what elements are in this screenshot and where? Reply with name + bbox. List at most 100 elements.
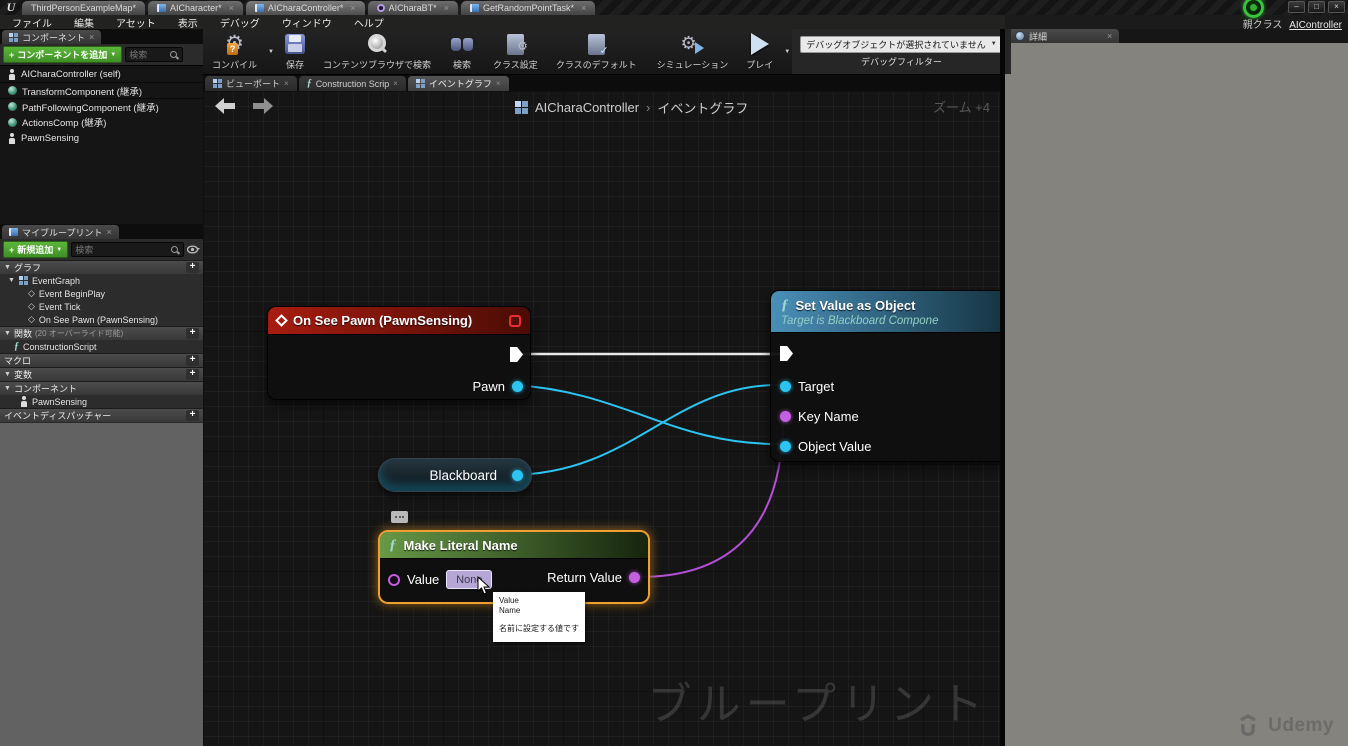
- components-search-input[interactable]: [129, 50, 169, 60]
- tree-item-eventgraph[interactable]: ▼ EventGraph: [0, 274, 203, 287]
- panel-splitter[interactable]: [1000, 0, 1005, 746]
- new-add-button[interactable]: + 新規追加 ▼: [3, 241, 68, 258]
- search-button[interactable]: 検索: [442, 29, 482, 74]
- close-icon[interactable]: ×: [229, 3, 234, 13]
- asset-tab-aicharabt[interactable]: AICharaBT* ×: [368, 1, 458, 15]
- minimize-button[interactable]: –: [1288, 1, 1305, 13]
- components-search[interactable]: [125, 47, 183, 62]
- myblueprint-search[interactable]: [71, 242, 184, 257]
- section-functions[interactable]: ▼ 関数 (20 オーバーライド可能) +: [0, 326, 203, 340]
- asset-tab-getrandompointtask[interactable]: GetRandomPointTask* ×: [461, 1, 595, 15]
- comment-bubble-icon[interactable]: [391, 511, 408, 523]
- node-set-value-as-object[interactable]: ƒ Set Value as Object Target is Blackboa…: [770, 290, 1000, 462]
- components-tree: AICharaController (self) TransformCompon…: [0, 65, 203, 146]
- compile-button[interactable]: ⚙ ? コンパイル: [203, 29, 266, 74]
- class-defaults-button[interactable]: ✓ クラスのデフォルト: [547, 29, 646, 74]
- close-icon[interactable]: ×: [350, 3, 355, 13]
- close-button[interactable]: ×: [1328, 1, 1345, 13]
- menu-debug[interactable]: デバッグ: [220, 15, 260, 30]
- debug-object-dropdown[interactable]: デバッグオブジェクトが選択されていません ▼: [800, 36, 1002, 53]
- close-icon[interactable]: ×: [496, 79, 501, 88]
- close-icon[interactable]: ×: [106, 227, 111, 237]
- tree-item-pawnsensing[interactable]: PawnSensing: [0, 395, 203, 408]
- node-on-see-pawn[interactable]: On See Pawn (PawnSensing) Pawn: [267, 306, 531, 400]
- event-delegate-icon[interactable]: [509, 315, 521, 327]
- myblueprint-search-input[interactable]: [75, 245, 170, 255]
- visibility-filter-eye-icon[interactable]: [187, 245, 200, 254]
- section-components[interactable]: ▼ コンポーネント: [0, 381, 203, 395]
- add-variable-button[interactable]: +: [186, 369, 199, 380]
- section-variables[interactable]: ▼ 変数 +: [0, 367, 203, 381]
- simulate-button[interactable]: ⚙ シミュレーション: [648, 29, 738, 74]
- section-event-dispatchers[interactable]: イベントディスパッチャー +: [0, 408, 203, 422]
- asset-tab-aicharacter[interactable]: AICharacter* ×: [148, 1, 243, 15]
- section-graphs[interactable]: ▼ グラフ +: [0, 260, 203, 274]
- add-function-button[interactable]: +: [186, 328, 199, 339]
- exec-output-pin[interactable]: [510, 347, 523, 362]
- menu-file[interactable]: ファイル: [12, 15, 52, 30]
- key-name-input-pin[interactable]: [780, 411, 791, 422]
- tree-item-on-see-pawn[interactable]: ◇ On See Pawn (PawnSensing): [0, 313, 203, 326]
- tab-details[interactable]: 詳細 ×: [1008, 29, 1119, 43]
- tab-construction-script[interactable]: ƒ Construction Scrip ×: [299, 76, 406, 91]
- menu-edit[interactable]: 編集: [74, 15, 94, 30]
- section-macros[interactable]: マクロ +: [0, 353, 203, 367]
- tree-item-event-beginplay[interactable]: ◇ Event BeginPlay: [0, 287, 203, 300]
- nav-back-button[interactable]: [213, 97, 237, 115]
- return-value-output-pin[interactable]: [629, 572, 640, 583]
- pawn-output-pin[interactable]: [512, 381, 523, 392]
- section-label: 変数: [14, 368, 32, 381]
- section-label: イベントディスパッチャー: [4, 409, 111, 422]
- add-macro-button[interactable]: +: [186, 355, 199, 366]
- class-settings-button[interactable]: ⚙ クラス設定: [484, 29, 547, 74]
- component-item-actionscomp[interactable]: ActionsComp (継承): [0, 114, 203, 130]
- menu-asset[interactable]: アセット: [116, 15, 156, 30]
- component-item-transform[interactable]: TransformComponent (継承): [0, 82, 203, 98]
- add-component-button[interactable]: + コンポーネントを追加 ▼: [3, 46, 122, 63]
- close-icon[interactable]: ×: [89, 32, 94, 42]
- tree-item-constructionscript[interactable]: ƒ ConstructionScript: [0, 340, 203, 353]
- tree-item-event-tick[interactable]: ◇ Event Tick: [0, 300, 203, 313]
- play-button[interactable]: プレイ: [737, 29, 782, 74]
- value-input-pin[interactable]: [388, 574, 400, 586]
- nav-forward-button[interactable]: [251, 97, 275, 115]
- maximize-button[interactable]: □: [1308, 1, 1325, 13]
- close-icon[interactable]: ×: [581, 3, 586, 13]
- add-graph-button[interactable]: +: [186, 262, 199, 273]
- tab-viewport[interactable]: ビューポート ×: [205, 76, 297, 91]
- find-in-content-browser-button[interactable]: コンテンツブラウザで検索: [314, 29, 440, 74]
- close-icon[interactable]: ×: [1107, 31, 1112, 41]
- blueprint-toolbar: ⚙ ? コンパイル ▼ 保存 コンテンツブラウザで検索 検索 ⚙ クラス設定 ✓…: [203, 29, 1000, 75]
- play-options-caret[interactable]: ▼: [784, 49, 790, 55]
- menu-view[interactable]: 表示: [178, 15, 198, 30]
- pin-label: Key Name: [798, 409, 859, 424]
- close-icon[interactable]: ×: [393, 79, 398, 88]
- target-input-pin[interactable]: [780, 381, 791, 392]
- exec-input-pin[interactable]: [780, 346, 793, 361]
- event-graph-canvas[interactable]: AICharaController › イベントグラフ ズーム +4 ブループリ…: [203, 91, 1000, 746]
- component-item-pathfollowing[interactable]: PathFollowingComponent (継承): [0, 98, 203, 114]
- asset-tab-thirdpersonexamplemap[interactable]: ThirdPersonExampleMap*: [22, 1, 145, 15]
- breadcrumb-root[interactable]: AICharaController: [535, 100, 639, 115]
- component-item-self[interactable]: AICharaController (self): [0, 66, 203, 82]
- node-blackboard-variable[interactable]: Blackboard: [378, 458, 532, 492]
- tab-components[interactable]: コンポーネント ×: [2, 30, 101, 44]
- menu-help[interactable]: ヘルプ: [354, 15, 384, 30]
- asset-tab-aicharacontroller[interactable]: AICharaController* ×: [246, 1, 365, 15]
- component-item-pawnsensing[interactable]: PawnSensing: [0, 130, 203, 146]
- myblueprint-toolbar: + 新規追加 ▼: [0, 239, 203, 260]
- blackboard-output-pin[interactable]: [512, 470, 523, 481]
- close-icon[interactable]: ×: [444, 3, 449, 13]
- parent-class-link[interactable]: AIController: [1289, 20, 1342, 31]
- tab-my-blueprint[interactable]: マイブループリント ×: [2, 225, 119, 239]
- tab-event-graph[interactable]: イベントグラフ ×: [408, 76, 509, 91]
- add-dispatcher-button[interactable]: +: [186, 410, 199, 421]
- event-diamond-icon: [275, 314, 288, 327]
- pawn-icon: [8, 69, 16, 80]
- close-icon[interactable]: ×: [284, 79, 289, 88]
- object-value-input-pin[interactable]: [780, 441, 791, 452]
- compile-options-caret[interactable]: ▼: [268, 49, 274, 55]
- menu-window[interactable]: ウィンドウ: [282, 15, 332, 30]
- save-button[interactable]: 保存: [276, 29, 314, 74]
- blueprint-icon: [255, 4, 264, 12]
